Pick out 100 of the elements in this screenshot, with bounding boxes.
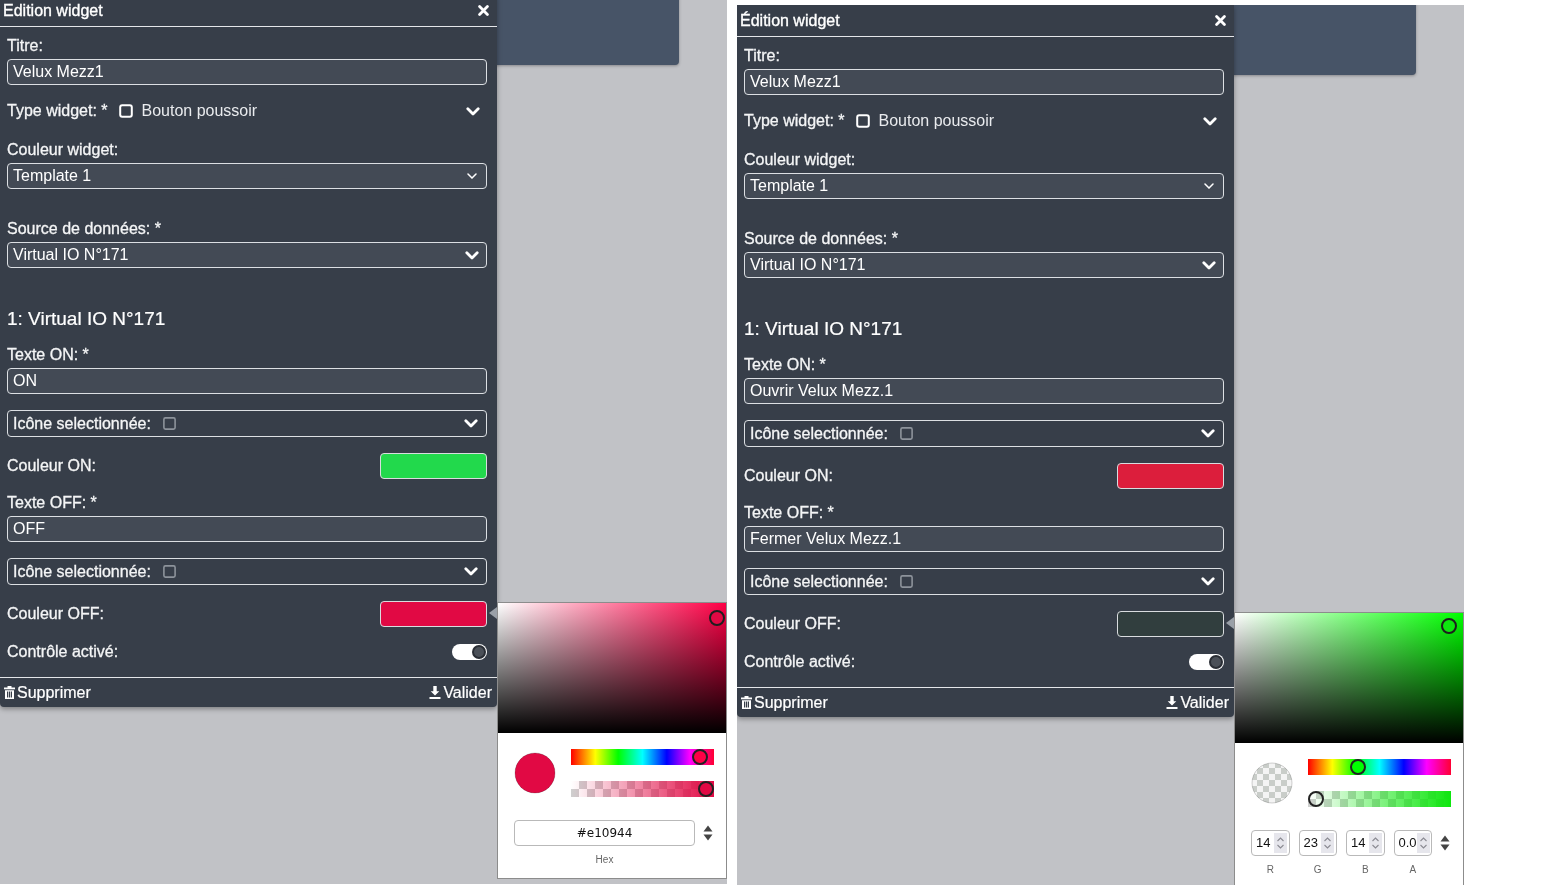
hue-slider[interactable] [571,749,714,765]
input-label: Hex [595,853,614,867]
field-label: Texte ON: * [744,355,826,375]
field-label: Texte OFF: * [744,503,834,523]
hue-slider[interactable] [1308,759,1451,775]
popover-arrow-icon [1226,617,1234,629]
type-select[interactable]: Bouton poussoir [855,112,1224,130]
field-label: Source de données: * [744,229,898,249]
empty-square-icon [899,427,913,440]
square-icon [855,114,870,128]
spinner-icon[interactable] [1416,833,1430,853]
up-down-arrows-icon[interactable] [703,825,713,841]
picker-handle[interactable] [708,610,725,627]
save-button[interactable]: Valider [1165,692,1230,713]
icon-select[interactable]: Icône selectionnée: [7,558,487,585]
color-swatch[interactable] [1117,463,1224,489]
delete-button[interactable]: Supprimer [740,692,829,713]
save-button[interactable]: Valider [428,682,493,703]
text-field[interactable]: Velux Mezz1 [744,69,1224,95]
icon-select[interactable]: Icône selectionnée: [744,568,1224,595]
toggle-switch[interactable] [452,644,487,660]
field-label: Couleur widget: [744,150,856,170]
dialog-title: Édition widget [740,10,840,31]
empty-square-icon [162,417,176,430]
icon-select[interactable]: Icône selectionnée: [744,420,1224,447]
dialog-title: Edition widget [3,0,103,21]
close-icon[interactable] [1215,15,1226,26]
slider-thumb[interactable] [698,781,714,797]
section-heading: 1: Virtual IO N°171 [7,307,166,331]
slider-thumb[interactable] [691,749,708,765]
slider-thumb[interactable] [1349,759,1366,775]
close-icon[interactable] [478,5,489,16]
text-field[interactable]: Ouvrir Velux Mezz.1 [744,378,1224,404]
chevron-down-icon[interactable] [1203,116,1217,126]
input-label: B [1361,863,1369,877]
empty-square-icon [899,575,913,588]
select-field[interactable]: Virtual IO N°171 [744,252,1224,278]
chevron-down-icon[interactable] [1204,183,1214,189]
toggle-switch[interactable] [1189,654,1224,670]
delete-button[interactable]: Supprimer [3,682,92,703]
number-field[interactable]: 14 [1251,830,1290,856]
text-field[interactable]: ON [7,368,487,394]
field-label: Contrôle activé: [744,652,856,672]
popover-arrow-icon [489,607,497,619]
icon-select[interactable]: Icône selectionnée: [7,410,487,437]
download-icon [429,686,442,699]
input-label: G [1313,863,1322,877]
field-label: Type widget: * [7,101,108,121]
chevron-down-icon[interactable] [467,173,477,179]
empty-square-icon [162,565,176,578]
square-icon [118,104,133,118]
up-down-arrows-icon[interactable] [1440,835,1450,851]
field-label: Titre: [744,46,780,66]
field-label: Contrôle activé: [7,642,119,662]
chevron-down-icon[interactable] [464,419,478,428]
spinner-icon[interactable] [1273,833,1287,853]
picker-handle[interactable] [1441,617,1458,634]
number-field[interactable]: 0.0 [1393,830,1432,856]
trash-icon [4,686,15,699]
number-field[interactable]: 14 [1346,830,1385,856]
dropdown-select[interactable]: Template 1 [744,173,1224,199]
color-swatch[interactable] [380,601,487,627]
field-label: Couleur widget: [7,140,119,160]
field-label: Type widget: * [744,111,845,131]
chevron-down-icon[interactable] [464,567,478,576]
text-field[interactable]: OFF [7,516,487,542]
spinner-icon[interactable] [1368,833,1382,853]
chevron-down-icon[interactable] [1202,260,1216,270]
opacity-slider[interactable] [571,781,714,797]
color-swatch[interactable] [1117,611,1224,637]
field-label: Couleur OFF: [7,604,104,624]
field-label: Couleur ON: [744,466,833,486]
color-preview-icon [1251,762,1293,804]
number-field[interactable]: 23 [1298,830,1337,856]
saturation-field[interactable] [498,603,726,733]
text-field[interactable]: Velux Mezz1 [7,59,487,85]
trash-icon [741,696,752,709]
chevron-down-icon[interactable] [1201,429,1215,438]
download-icon [1166,696,1179,709]
field-label: Couleur OFF: [744,614,841,634]
hex-field[interactable]: #e10944 [514,820,695,846]
chevron-down-icon[interactable] [465,250,479,260]
dropdown-select[interactable]: Template 1 [7,163,487,189]
field-label: Source de données: * [7,219,161,239]
chevron-down-icon[interactable] [1201,577,1215,586]
field-label: Titre: [7,36,43,56]
field-label: Couleur ON: [7,456,96,476]
select-field[interactable]: Virtual IO N°171 [7,242,487,268]
chevron-down-icon[interactable] [466,106,480,116]
section-heading: 1: Virtual IO N°171 [744,317,903,341]
color-preview-icon [514,752,556,794]
text-field[interactable]: Fermer Velux Mezz.1 [744,526,1224,552]
opacity-slider[interactable] [1308,791,1451,807]
input-label: R [1266,863,1274,877]
color-swatch[interactable] [380,453,487,479]
slider-thumb[interactable] [1308,791,1324,807]
input-label: A [1409,863,1417,877]
saturation-field[interactable] [1235,613,1463,743]
type-select[interactable]: Bouton poussoir [118,102,487,120]
field-label: Texte ON: * [7,345,89,365]
